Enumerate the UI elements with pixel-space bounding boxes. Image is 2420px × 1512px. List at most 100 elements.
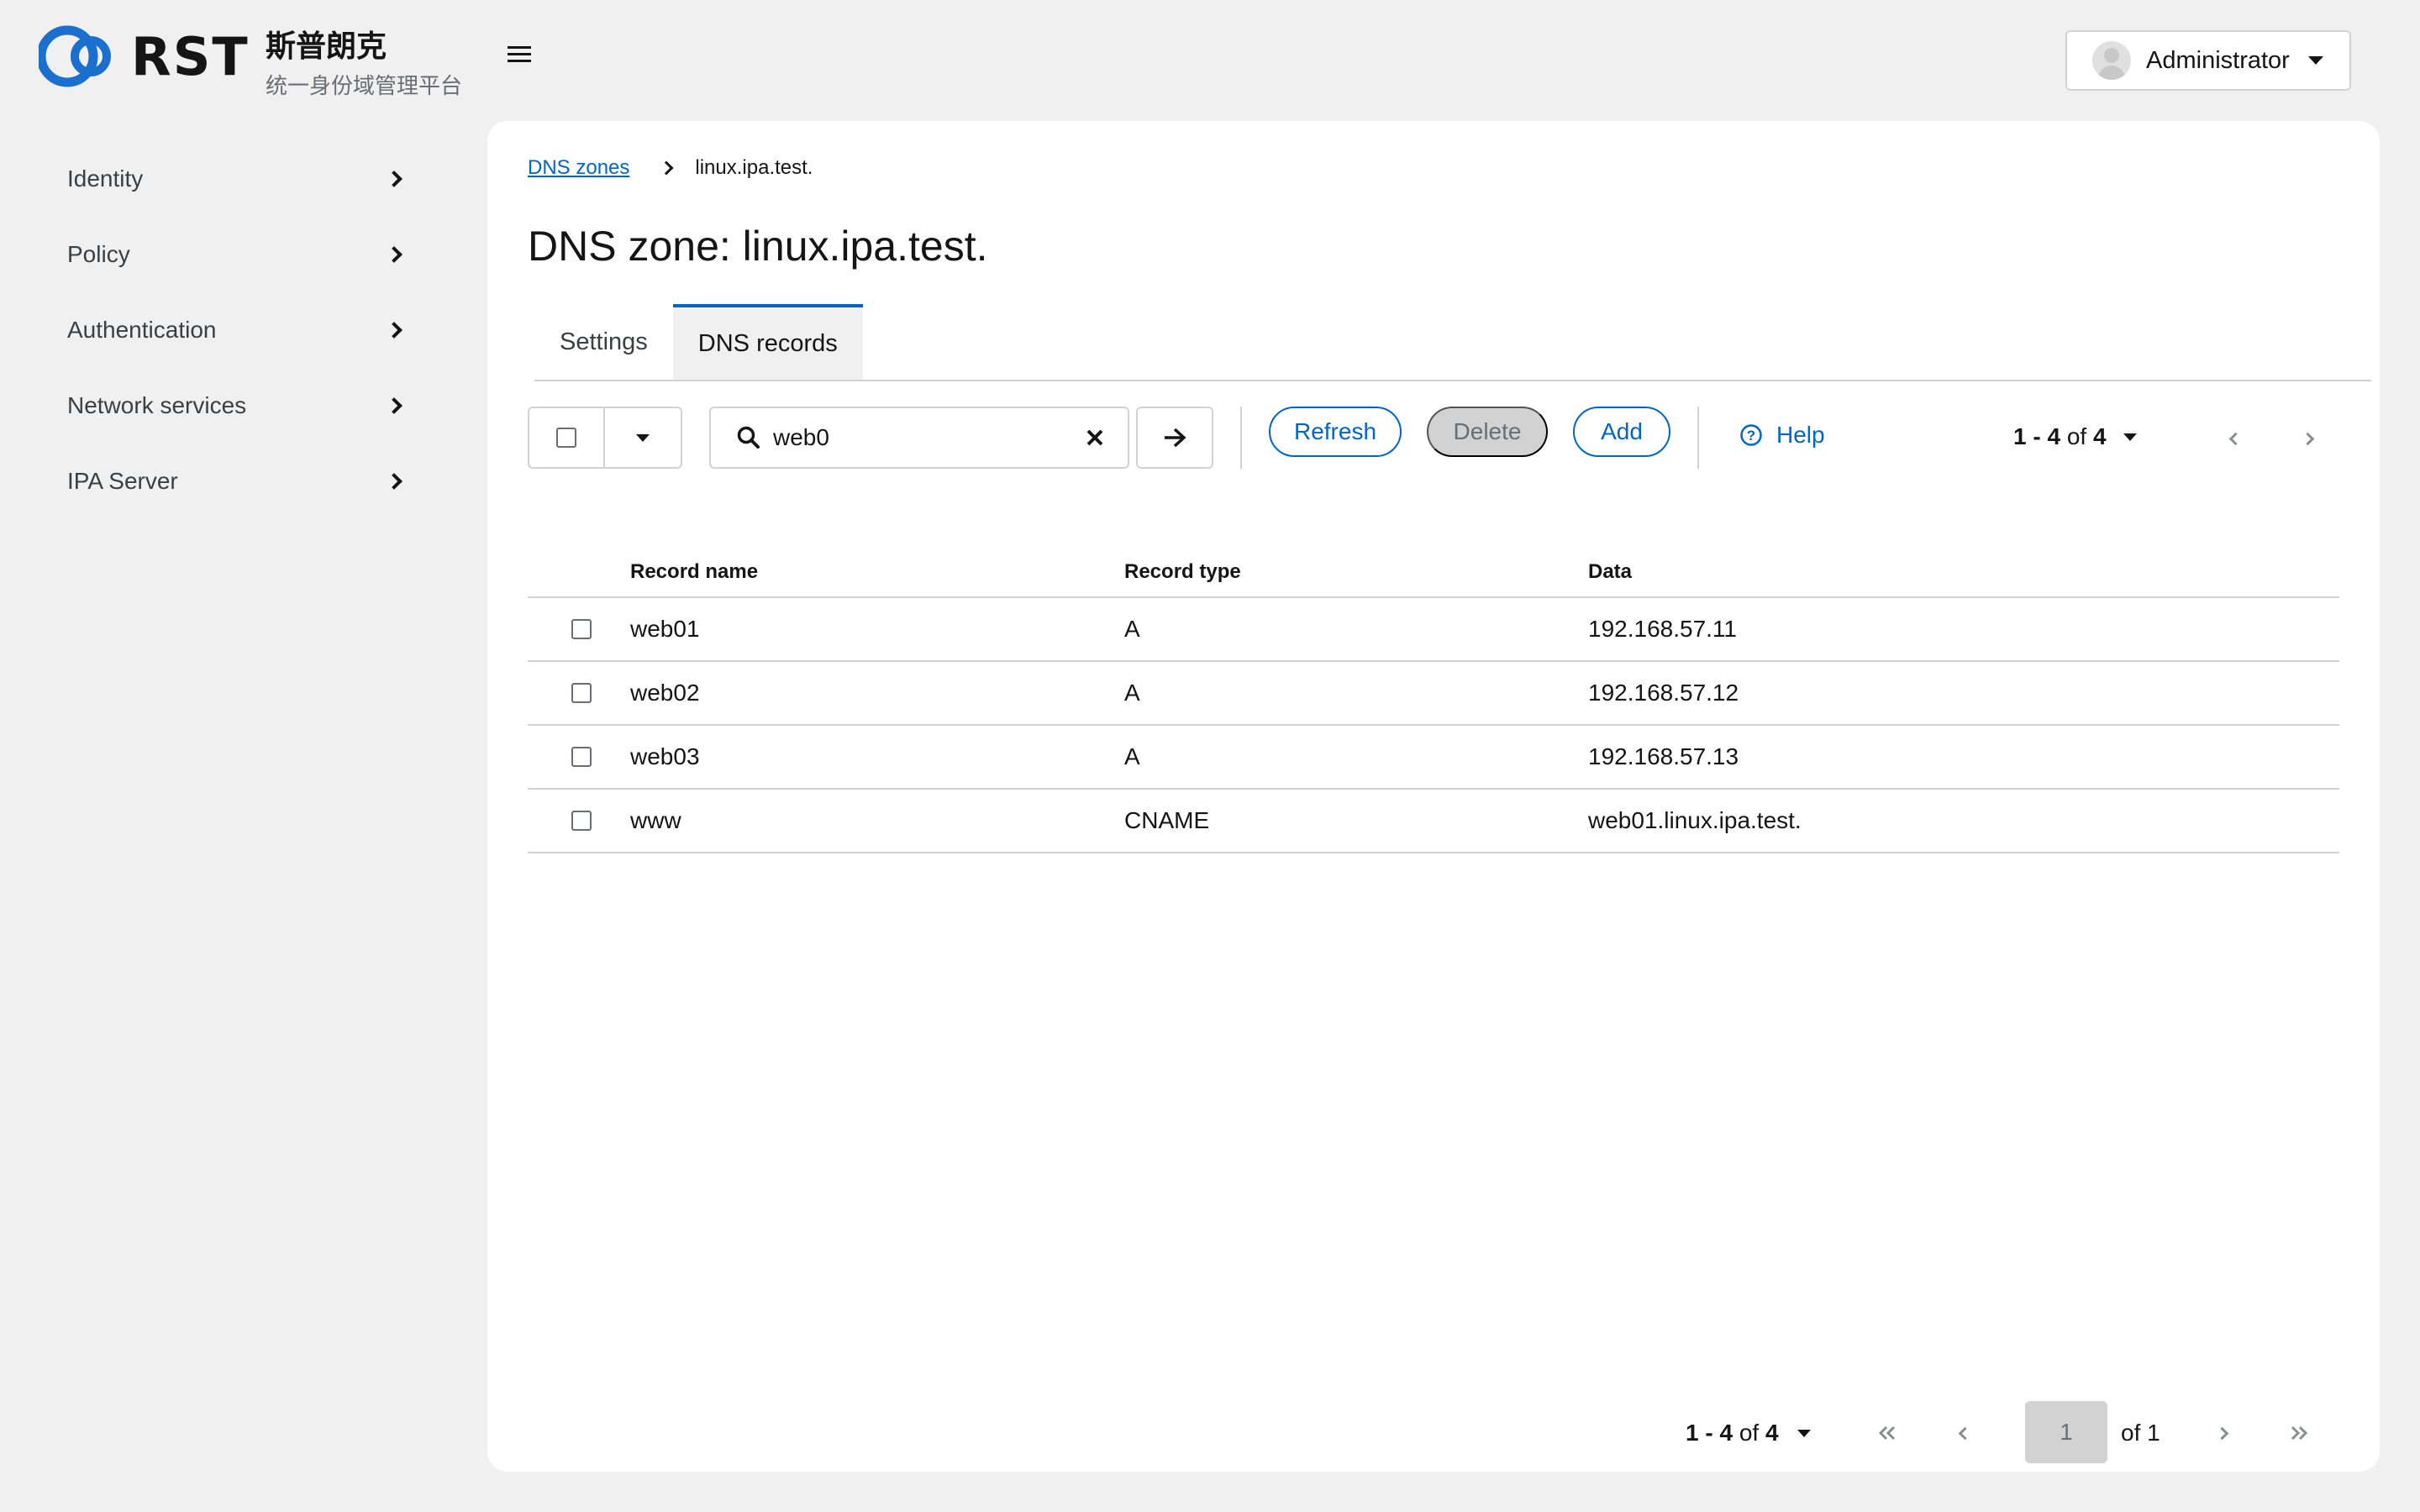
row-checkbox[interactable] [571, 619, 592, 639]
bottom-prev-page-button[interactable] [1944, 1415, 1981, 1452]
column-header-data: Data [1588, 560, 1633, 583]
bulk-select-toggle[interactable] [605, 408, 681, 467]
record-name: web02 [630, 680, 700, 706]
table-row: web01 A 192.168.57.11 [528, 598, 2339, 662]
total-text: 4 [2092, 423, 2107, 449]
help-label: Help [1776, 422, 1825, 448]
double-chevron-right-icon [2291, 1425, 2308, 1441]
bulk-select [528, 407, 682, 469]
sidebar-item-label: Authentication [67, 317, 217, 343]
page-of-total: of 1 [2121, 1420, 2160, 1446]
table-header: Record name Record type Data [528, 548, 2339, 598]
sidebar-item-label: Identity [67, 165, 144, 192]
caret-down-icon [2123, 433, 2137, 441]
record-name: www [630, 807, 681, 833]
sidebar-item-network-services[interactable]: Network services [0, 368, 471, 444]
of-text: of [2066, 423, 2087, 449]
delete-button[interactable]: Delete [1427, 407, 1548, 457]
page-title: DNS zone: linux.ipa.test. [528, 223, 988, 270]
user-menu-button[interactable]: Administrator [2065, 30, 2351, 91]
range-text: 1 - 4 [1686, 1420, 1733, 1446]
svg-text:?: ? [1747, 428, 1755, 444]
main-content: DNS zones linux.ipa.test. DNS zone: linu… [487, 121, 2380, 1472]
table-row: web03 A 192.168.57.13 [528, 726, 2339, 790]
table-row: web02 A 192.168.57.12 [528, 662, 2339, 726]
current-page-input[interactable]: 1 [2025, 1401, 2107, 1463]
chevron-right-icon [659, 160, 674, 176]
caret-down-icon [2307, 56, 2323, 65]
sidebar-item-policy[interactable]: Policy [0, 217, 471, 292]
tab-settings[interactable]: Settings [534, 304, 673, 380]
record-data: 192.168.57.13 [1588, 743, 1739, 769]
breadcrumb-current: linux.ipa.test. [695, 156, 813, 179]
chevron-right-icon [2215, 1426, 2228, 1440]
add-button[interactable]: Add [1573, 407, 1670, 457]
breadcrumb: DNS zones linux.ipa.test. [528, 156, 813, 180]
arrow-right-icon [1165, 428, 1186, 448]
column-header-record-name: Record name [630, 560, 759, 583]
sidebar-item-label: Network services [67, 392, 247, 418]
svg-text:RST: RST [131, 26, 249, 87]
chevron-left-icon [2228, 432, 2242, 445]
chevron-right-icon [386, 322, 402, 339]
record-type: A [1124, 616, 1140, 642]
tab-bar: Settings DNS records [534, 304, 2371, 381]
record-name: web03 [630, 743, 700, 769]
row-checkbox[interactable] [571, 811, 592, 831]
range-text: 1 - 4 [2013, 423, 2061, 449]
help-icon: ? [1740, 424, 1762, 446]
clear-search-button[interactable] [1082, 425, 1107, 450]
brand-subtitle: 统一身份域管理平台 [266, 74, 463, 99]
last-page-button[interactable] [2281, 1415, 2317, 1452]
sidebar: Identity Policy Authentication Network s… [0, 141, 471, 519]
brand-name: 斯普朗克 [266, 29, 387, 64]
record-name: web01 [630, 616, 700, 642]
column-header-record-type: Record type [1124, 560, 1241, 583]
caret-down-icon [1797, 1429, 1811, 1437]
record-type: A [1124, 680, 1140, 706]
chevron-right-icon [386, 171, 402, 187]
record-data: web01.linux.ipa.test. [1588, 807, 1802, 833]
first-page-button[interactable] [1869, 1415, 1906, 1452]
toolbar-divider [1697, 407, 1699, 469]
chevron-right-icon [386, 473, 402, 490]
caret-down-icon [636, 433, 650, 442]
tab-dns-records[interactable]: DNS records [672, 304, 863, 380]
toolbar-divider [1240, 407, 1242, 469]
chevron-right-icon [386, 246, 402, 263]
select-all-checkbox[interactable] [529, 408, 605, 467]
rst-logo: RST [39, 25, 249, 87]
close-icon [1086, 429, 1103, 446]
bottom-next-page-button[interactable] [2205, 1415, 2242, 1452]
chevron-left-icon [1958, 1426, 1971, 1440]
row-checkbox[interactable] [571, 683, 592, 703]
sidebar-item-ipa-server[interactable]: IPA Server [0, 444, 471, 519]
search-box [709, 407, 1129, 469]
help-link[interactable]: ? Help [1739, 422, 1825, 449]
double-chevron-left-icon [1878, 1425, 1896, 1441]
record-type: CNAME [1124, 807, 1210, 833]
sidebar-item-label: IPA Server [67, 468, 178, 494]
record-type: A [1124, 743, 1140, 769]
record-data: 192.168.57.11 [1588, 616, 1737, 642]
prev-page-button[interactable] [2217, 422, 2250, 455]
menu-toggle-icon[interactable] [504, 42, 534, 67]
per-page-toggle[interactable]: 1 - 4 of 4 [2013, 423, 2137, 450]
total-text: 4 [1765, 1420, 1779, 1446]
bottom-per-page-toggle[interactable]: 1 - 4 of 4 [1686, 1420, 1811, 1446]
breadcrumb-link-dns-zones[interactable]: DNS zones [528, 156, 629, 180]
search-submit-button[interactable] [1136, 407, 1213, 469]
next-page-button[interactable] [2292, 422, 2326, 455]
sidebar-item-identity[interactable]: Identity [0, 141, 471, 217]
search-input[interactable] [773, 424, 1076, 451]
user-name: Administrator [2146, 46, 2290, 74]
avatar [2092, 41, 2131, 80]
refresh-button[interactable]: Refresh [1269, 407, 1402, 457]
search-icon [737, 426, 760, 449]
of-text: of [1739, 1420, 1760, 1446]
dns-records-table: Record name Record type Data web01 A 192… [528, 548, 2339, 853]
chevron-right-icon [2301, 432, 2314, 445]
sidebar-item-authentication[interactable]: Authentication [0, 292, 471, 368]
row-checkbox[interactable] [571, 747, 592, 767]
table-row: www CNAME web01.linux.ipa.test. [528, 790, 2339, 853]
